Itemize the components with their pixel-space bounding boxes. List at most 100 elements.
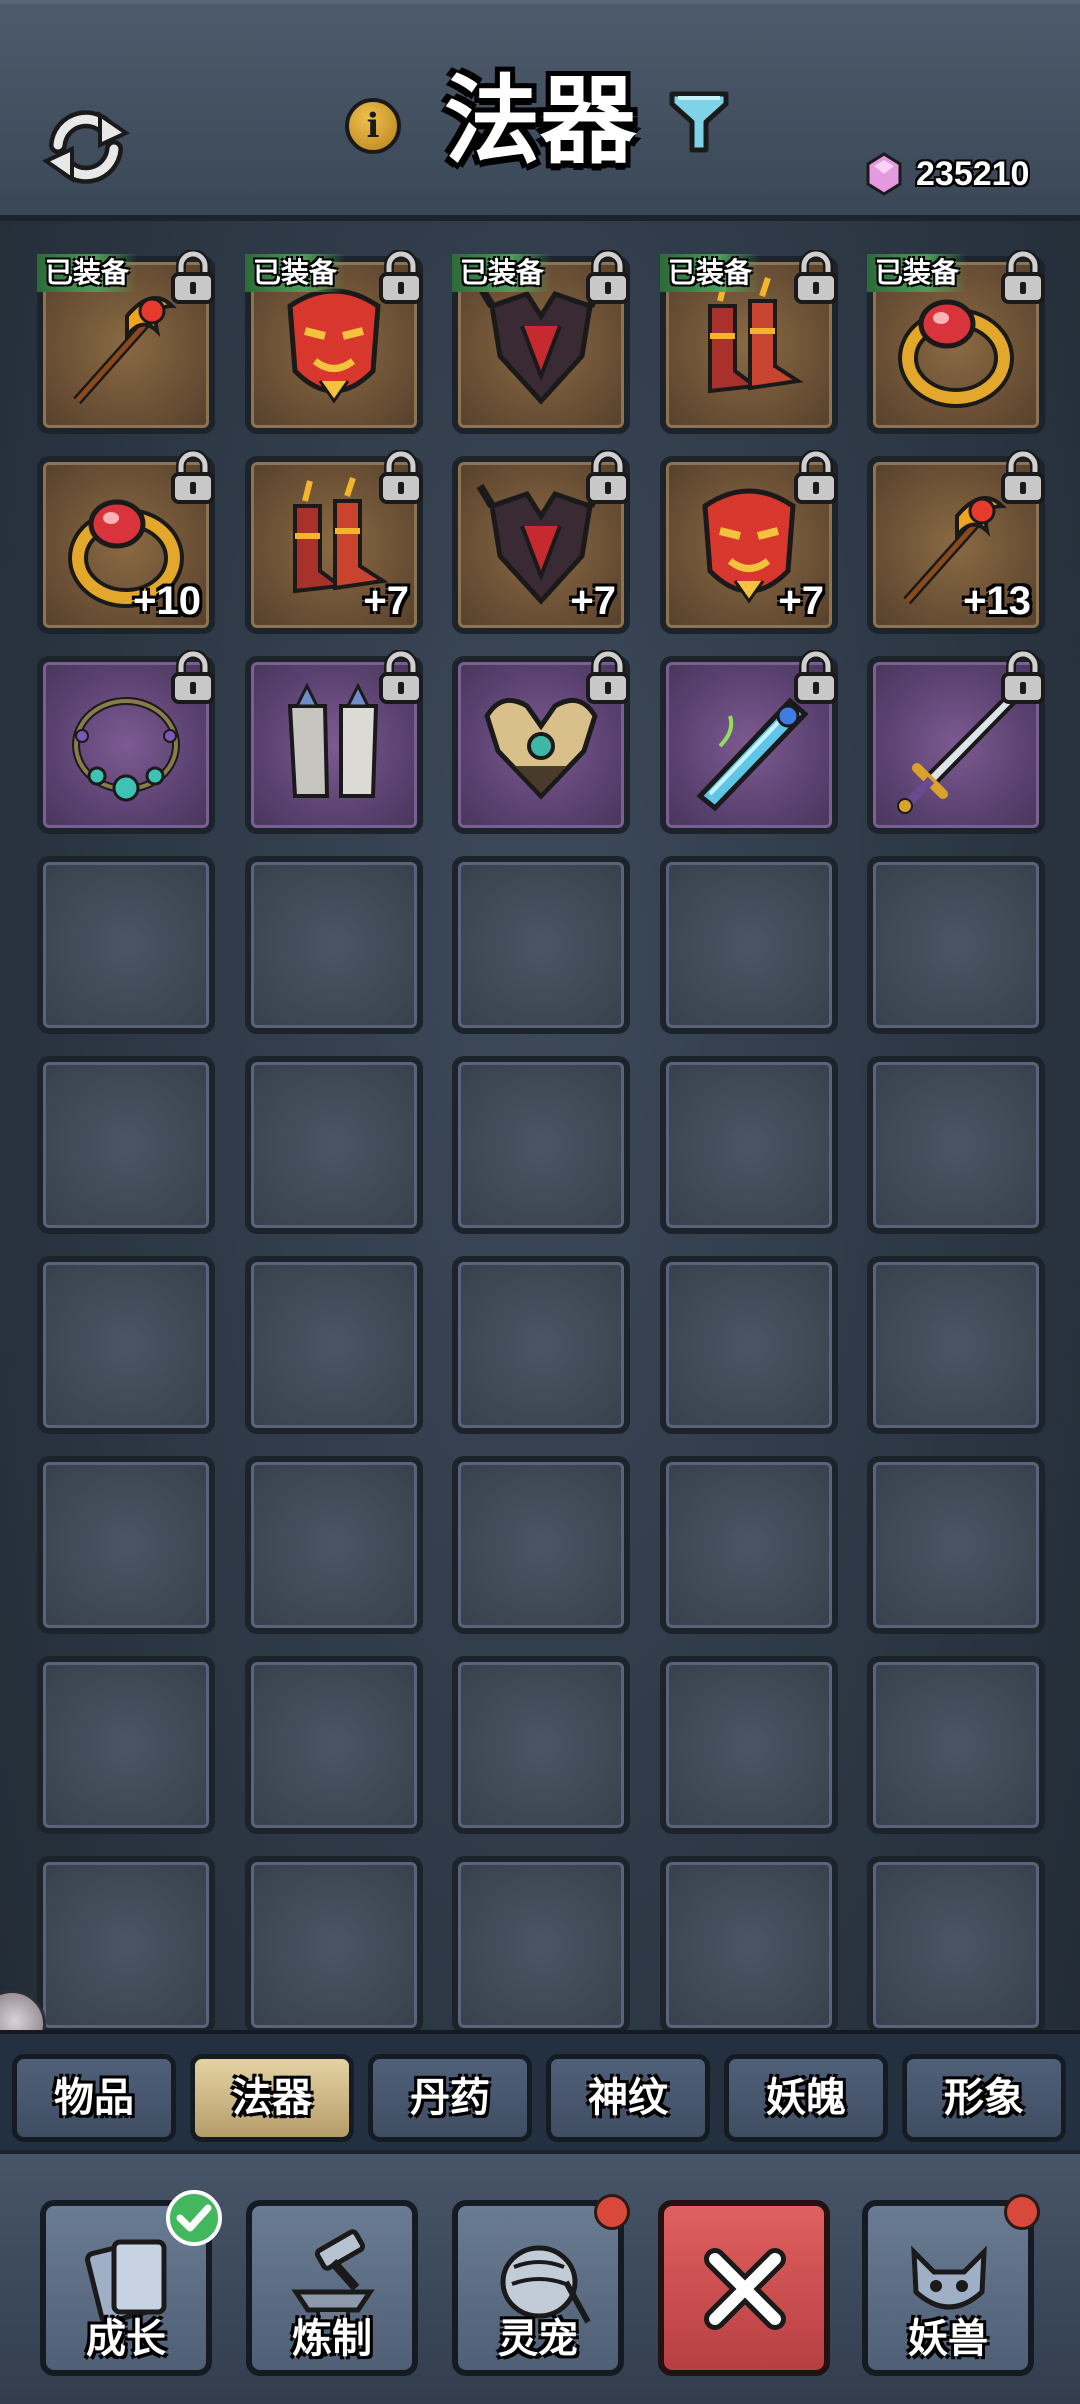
lock-icon[interactable] <box>790 450 842 506</box>
lock-icon[interactable] <box>582 450 634 506</box>
info-icon[interactable]: i <box>345 98 401 154</box>
empty-slot[interactable] <box>452 1456 630 1634</box>
filter-icon[interactable] <box>668 86 730 156</box>
lock-icon[interactable] <box>375 450 427 506</box>
item-slot[interactable] <box>245 650 423 834</box>
empty-slot[interactable] <box>37 1256 215 1434</box>
empty-slot[interactable] <box>37 856 215 1034</box>
empty-slot[interactable] <box>660 1856 838 2030</box>
equipped-tag: 已装备 <box>867 254 968 292</box>
category-tabs: 物品 法器 丹药 神纹 妖魄 形象 <box>0 2030 1080 2158</box>
lock-icon[interactable] <box>375 250 427 306</box>
empty-slot[interactable] <box>660 1256 838 1434</box>
item-level: +10 <box>133 579 201 623</box>
empty-slot[interactable] <box>245 856 423 1034</box>
lock-icon[interactable] <box>997 650 1049 706</box>
lock-icon[interactable] <box>997 450 1049 506</box>
lock-icon[interactable] <box>582 650 634 706</box>
empty-slot[interactable] <box>245 1456 423 1634</box>
empty-slot[interactable] <box>245 1856 423 2030</box>
notification-dot <box>594 2194 630 2230</box>
empty-slot[interactable] <box>867 1856 1045 2030</box>
nav-button-3[interactable]: 灵宠 <box>452 2194 630 2376</box>
currency-amount: 235210 <box>916 154 1030 193</box>
item-level: +7 <box>778 579 824 623</box>
empty-slot[interactable] <box>867 856 1045 1034</box>
item-slot[interactable] <box>660 650 838 834</box>
tab-3[interactable]: 丹药 <box>368 2054 532 2142</box>
nav-label: 成长 <box>86 2316 166 2362</box>
empty-slot[interactable] <box>867 1456 1045 1634</box>
equipped-tag: 已装备 <box>452 254 553 292</box>
empty-slot[interactable] <box>245 1256 423 1434</box>
item-slot[interactable] <box>452 650 630 834</box>
nav-label: 妖兽 <box>908 2316 988 2362</box>
close-button[interactable] <box>658 2200 830 2376</box>
equipped-tag: 已装备 <box>37 254 138 292</box>
bottom-nav: 成长 炼制 灵宠 妖兽 <box>0 2150 1080 2404</box>
header-bar: i 法器 235210 <box>0 0 1080 221</box>
empty-slot[interactable] <box>660 1456 838 1634</box>
item-slot[interactable]: 已装备 <box>245 250 423 434</box>
lock-icon[interactable] <box>790 650 842 706</box>
empty-slot[interactable] <box>37 1656 215 1834</box>
lock-icon[interactable] <box>167 250 219 306</box>
lock-icon[interactable] <box>997 250 1049 306</box>
empty-slot[interactable] <box>867 1056 1045 1234</box>
equipped-tag: 已装备 <box>660 254 761 292</box>
item-slot[interactable]: 已装备 <box>37 250 215 434</box>
empty-slot[interactable] <box>867 1656 1045 1834</box>
empty-slot[interactable] <box>245 1656 423 1834</box>
empty-slot[interactable] <box>660 856 838 1034</box>
nav-button-5[interactable]: 妖兽 <box>862 2194 1040 2376</box>
empty-slot[interactable] <box>452 1256 630 1434</box>
lock-icon[interactable] <box>790 250 842 306</box>
tab-5[interactable]: 妖魄 <box>724 2054 888 2142</box>
item-slot[interactable] <box>867 650 1045 834</box>
item-slot[interactable]: 已装备 <box>452 250 630 434</box>
currency-display: 235210 <box>864 146 1029 202</box>
empty-slot[interactable] <box>867 1256 1045 1434</box>
equipped-tag: 已装备 <box>245 254 346 292</box>
empty-slot[interactable] <box>452 856 630 1034</box>
empty-slot[interactable] <box>37 1856 215 2030</box>
tab-4[interactable]: 神纹 <box>546 2054 710 2142</box>
item-slot[interactable]: +7 <box>660 450 838 634</box>
tab-2[interactable]: 法器 <box>190 2054 354 2142</box>
nav-label: 炼制 <box>292 2316 372 2362</box>
item-level: +7 <box>570 579 616 623</box>
check-icon <box>166 2190 222 2246</box>
empty-slot[interactable] <box>452 1856 630 2030</box>
empty-slot[interactable] <box>452 1056 630 1234</box>
empty-slot[interactable] <box>660 1056 838 1234</box>
item-slot[interactable]: +7 <box>245 450 423 634</box>
refresh-button[interactable] <box>36 102 136 192</box>
refresh-icon <box>41 110 131 184</box>
empty-slot[interactable] <box>37 1456 215 1634</box>
lock-icon[interactable] <box>582 250 634 306</box>
item-slot[interactable]: +7 <box>452 450 630 634</box>
tab-1[interactable]: 物品 <box>12 2054 176 2142</box>
item-slot[interactable]: +10 <box>37 450 215 634</box>
empty-slot[interactable] <box>37 1056 215 1234</box>
item-slot[interactable] <box>37 650 215 834</box>
empty-slot[interactable] <box>245 1056 423 1234</box>
item-level: +13 <box>963 579 1031 623</box>
empty-slot[interactable] <box>452 1656 630 1834</box>
item-slot[interactable]: 已装备 <box>660 250 838 434</box>
lock-icon[interactable] <box>375 650 427 706</box>
nav-button-2[interactable]: 炼制 <box>246 2200 418 2376</box>
item-grid: 已装备 已装备 已装备 已装备 已装备 +10 +7 +7 +7 +13 <box>0 215 1080 2030</box>
notification-dot <box>1004 2194 1040 2230</box>
close-icon <box>704 2248 786 2330</box>
item-slot[interactable]: 已装备 <box>867 250 1045 434</box>
empty-slot[interactable] <box>660 1656 838 1834</box>
gem-icon <box>866 152 902 196</box>
lock-icon[interactable] <box>167 650 219 706</box>
item-slot[interactable]: +13 <box>867 450 1045 634</box>
nav-label: 灵宠 <box>498 2316 578 2362</box>
lock-icon[interactable] <box>167 450 219 506</box>
tab-6[interactable]: 形象 <box>902 2054 1066 2142</box>
nav-button-1[interactable]: 成长 <box>40 2190 222 2376</box>
page-title: 法器 <box>444 64 636 177</box>
